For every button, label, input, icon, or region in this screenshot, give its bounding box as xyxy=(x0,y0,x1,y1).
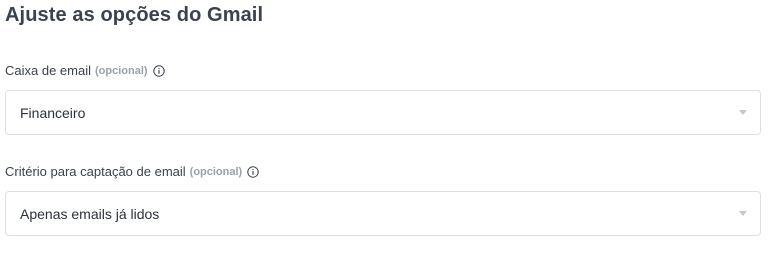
info-icon[interactable] xyxy=(152,64,165,77)
info-icon[interactable] xyxy=(247,165,259,178)
gmail-options-panel: Ajuste as opções do Gmail Caixa de email… xyxy=(0,0,768,255)
email-criteria-select-value: Apenas emails já lidos xyxy=(20,205,160,222)
email-criteria-label: Critério para captação de email (opciona… xyxy=(5,164,259,179)
mailbox-label-text: Caixa de email xyxy=(5,63,91,78)
mailbox-select[interactable]: Financeiro xyxy=(5,90,761,135)
email-criteria-select[interactable]: Apenas emails já lidos xyxy=(5,191,761,236)
mailbox-label: Caixa de email (opcional) xyxy=(5,63,165,78)
email-criteria-optional-tag: (opcional) xyxy=(189,165,243,178)
mailbox-select-value: Financeiro xyxy=(20,104,86,121)
page-title: Ajuste as opções do Gmail xyxy=(5,4,264,26)
email-criteria-label-text: Critério para captação de email xyxy=(5,164,186,179)
mailbox-optional-tag: (opcional) xyxy=(95,64,148,77)
chevron-down-icon xyxy=(739,210,747,216)
chevron-down-icon xyxy=(739,109,747,115)
